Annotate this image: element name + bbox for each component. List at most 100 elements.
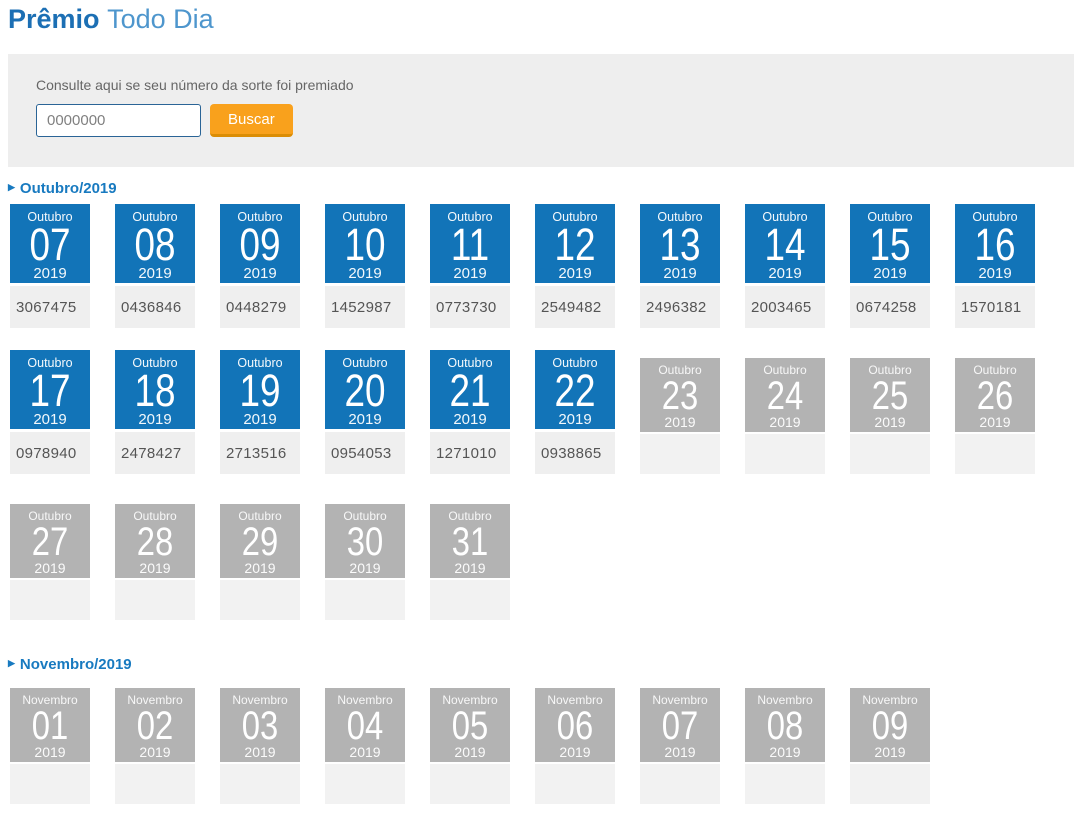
lucky-number: 0978940 [10,432,90,474]
day-card-date: Outubro142019 [745,204,825,283]
card-day-number: 23 [647,378,713,414]
lucky-number: 1570181 [955,286,1035,328]
day-card: Outubro272019 [10,504,90,620]
premio-todo-dia-page: Prêmio Todo Dia Consulte aqui se seu núm… [0,0,1074,816]
empty-number-slot [955,434,1035,474]
day-card-date: Novembro022019 [115,688,195,762]
lucky-number: 2496382 [640,286,720,328]
day-card[interactable]: Outubro1020191452987 [325,204,405,328]
empty-number-slot [745,764,825,804]
card-day-number: 03 [227,708,293,744]
card-day-number: 08 [752,708,818,744]
day-card-date: Novembro082019 [745,688,825,762]
day-card-date: Outubro122019 [535,204,615,283]
day-card[interactable]: Outubro0820190436846 [115,204,195,328]
day-card[interactable]: Outubro1220192549482 [535,204,615,328]
day-card-date: Novembro092019 [850,688,930,762]
section-header[interactable]: ▶Novembro/2019 [8,656,1074,673]
day-card[interactable]: Outubro1920192713516 [220,350,300,474]
day-card: Novembro062019 [535,688,615,804]
day-card-date: Outubro262019 [955,358,1035,432]
empty-number-slot [640,434,720,474]
day-card: Outubro252019 [850,358,930,474]
day-card-date: Outubro252019 [850,358,930,432]
lucky-number: 1452987 [325,286,405,328]
day-card: Outubro292019 [220,504,300,620]
day-card: Novembro032019 [220,688,300,804]
day-card[interactable]: Outubro2220190938865 [535,350,615,474]
card-day-number: 27 [17,524,83,560]
day-card[interactable]: Outubro1620191570181 [955,204,1035,328]
section-header[interactable]: ▶Outubro/2019 [8,180,1074,197]
empty-number-slot [220,764,300,804]
empty-number-slot [115,764,195,804]
day-card[interactable]: Outubro2120191271010 [430,350,510,474]
day-card-date: Novembro072019 [640,688,720,762]
day-card-date: Outubro092019 [220,204,300,283]
day-card-date: Outubro202019 [325,350,405,429]
day-card: Outubro232019 [640,358,720,474]
empty-number-slot [850,434,930,474]
lucky-number: 0773730 [430,286,510,328]
day-card-date: Outubro302019 [325,504,405,578]
cards-row: Novembro012019Novembro022019Novembro0320… [10,680,1074,804]
day-card[interactable]: Outubro2020190954053 [325,350,405,474]
day-card[interactable]: Outubro1320192496382 [640,204,720,328]
card-day-number: 17 [17,371,83,411]
empty-number-slot [10,580,90,620]
sections-container: ▶Outubro/2019Outubro0720193067475Outubro… [8,180,1074,804]
day-card: Outubro282019 [115,504,195,620]
day-card: Novembro042019 [325,688,405,804]
day-card[interactable]: Outubro1720190978940 [10,350,90,474]
card-day-number: 02 [122,708,188,744]
day-card-date: Outubro072019 [10,204,90,283]
day-card[interactable]: Outubro1120190773730 [430,204,510,328]
card-day-number: 20 [332,371,398,411]
lucky-number: 1271010 [430,432,510,474]
card-day-number: 18 [122,371,188,411]
day-card-date: Novembro032019 [220,688,300,762]
day-card[interactable]: Outubro1420192003465 [745,204,825,328]
section-title: Novembro/2019 [20,656,132,673]
card-day-number: 16 [962,225,1028,265]
day-card-date: Outubro222019 [535,350,615,429]
buscar-button[interactable]: Buscar [210,104,293,137]
day-card[interactable]: Outubro0920190448279 [220,204,300,328]
lucky-number: 0954053 [325,432,405,474]
day-card: Outubro302019 [325,504,405,620]
day-card-date: Outubro272019 [10,504,90,578]
lucky-number: 0436846 [115,286,195,328]
card-day-number: 22 [542,371,608,411]
card-day-number: 14 [752,225,818,265]
lucky-number-input[interactable] [36,104,201,137]
card-day-number: 25 [857,378,923,414]
empty-number-slot [535,764,615,804]
cards-row: Outubro1720190978940 Outubro1820192478427… [10,350,1074,474]
day-card[interactable]: Outubro1820192478427 [115,350,195,474]
day-card[interactable]: Outubro0720193067475 [10,204,90,328]
day-card[interactable]: Outubro1520190674258 [850,204,930,328]
day-card: Novembro092019 [850,688,930,804]
day-card-date: Outubro162019 [955,204,1035,283]
card-day-number: 19 [227,371,293,411]
day-card-date: Outubro182019 [115,350,195,429]
day-card-date: Outubro172019 [10,350,90,429]
page-title-secondary: Todo Dia [107,4,214,34]
lucky-number: 2003465 [745,286,825,328]
search-label: Consulte aqui se seu número da sorte foi… [36,77,1074,93]
section-title: Outubro/2019 [20,180,117,197]
card-day-number: 11 [437,225,503,265]
card-day-number: 07 [647,708,713,744]
day-card: Outubro262019 [955,358,1035,474]
day-card-date: Outubro192019 [220,350,300,429]
day-card-date: Outubro292019 [220,504,300,578]
day-card-date: Outubro232019 [640,358,720,432]
card-day-number: 04 [332,708,398,744]
lucky-number: 0448279 [220,286,300,328]
card-day-number: 21 [437,371,503,411]
card-day-number: 09 [227,225,293,265]
card-day-number: 01 [17,708,83,744]
lucky-number: 2713516 [220,432,300,474]
empty-number-slot [325,580,405,620]
empty-number-slot [430,764,510,804]
